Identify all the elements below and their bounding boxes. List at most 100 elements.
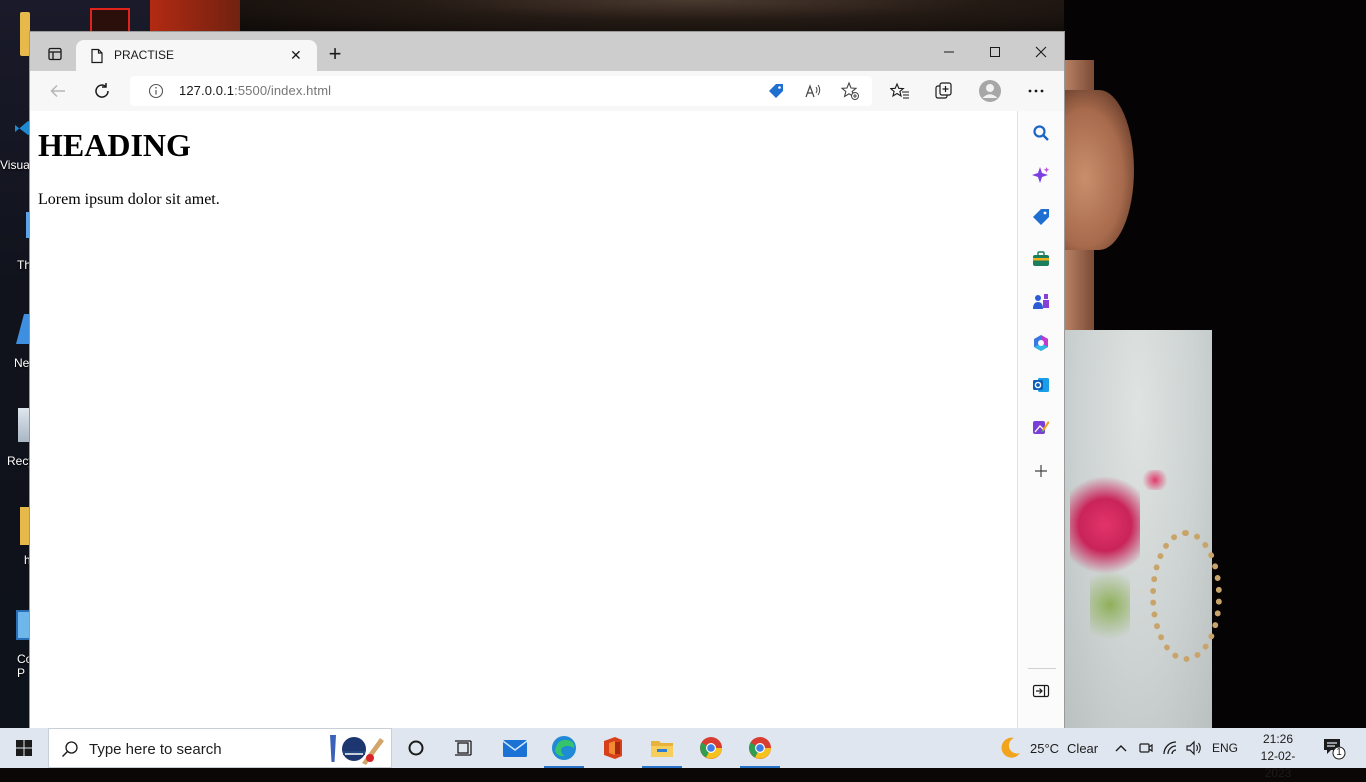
sidebar-office-button[interactable] xyxy=(1026,328,1056,358)
mail-taskbar-button[interactable] xyxy=(491,728,539,768)
notification-count: 1 xyxy=(1336,747,1342,758)
taskbar-search-box[interactable]: Type here to search xyxy=(48,728,392,768)
refresh-button[interactable] xyxy=(87,76,117,106)
wallpaper-embroidery xyxy=(1140,470,1170,490)
url-text[interactable]: 127.0.0.1:5500/index.html xyxy=(179,83,331,98)
tools-icon xyxy=(1033,251,1049,266)
games-icon xyxy=(1033,294,1049,309)
sidebar-shopping-button[interactable] xyxy=(1026,202,1056,232)
favorites-button[interactable] xyxy=(885,76,915,106)
task-view-button[interactable] xyxy=(440,728,488,768)
search-icon xyxy=(1033,125,1049,141)
weather-condition: Clear xyxy=(1067,740,1099,756)
page-paragraph: Lorem ipsum dolor sit amet. xyxy=(38,191,220,208)
back-button[interactable] xyxy=(43,76,73,106)
designer-icon xyxy=(1033,421,1050,434)
collections-button[interactable] xyxy=(929,76,959,106)
show-hidden-icons-button[interactable] xyxy=(1113,728,1129,768)
file-explorer-icon xyxy=(651,741,673,757)
copilot-icon xyxy=(1032,167,1050,183)
edge-taskbar-button[interactable] xyxy=(540,728,588,768)
outlook-icon xyxy=(1033,378,1049,392)
office-taskbar-button[interactable] xyxy=(589,728,637,768)
office-icon xyxy=(604,737,622,759)
chrome-icon xyxy=(749,737,771,759)
network-button[interactable] xyxy=(1162,728,1180,768)
wifi-icon xyxy=(1163,741,1177,755)
edge-sidebar xyxy=(1017,111,1064,728)
add-favorite-icon[interactable] xyxy=(840,81,860,101)
document-icon xyxy=(91,48,103,64)
cortana-button[interactable] xyxy=(392,728,440,768)
minimize-icon xyxy=(944,51,954,52)
shopping-icon xyxy=(1033,209,1049,225)
tab-actions-icon xyxy=(48,47,62,61)
language-indicator[interactable]: ENG xyxy=(1212,728,1238,768)
speaker-icon xyxy=(1186,740,1201,756)
page-heading: HEADING xyxy=(38,127,191,163)
maximize-icon xyxy=(990,46,1000,57)
cricket-highlight-icon[interactable] xyxy=(324,732,386,766)
info-icon[interactable] xyxy=(148,83,164,99)
sidebar-search-button[interactable] xyxy=(1026,118,1056,148)
favorites-icon xyxy=(890,82,909,99)
search-placeholder: Type here to search xyxy=(89,741,222,758)
close-window-button[interactable] xyxy=(1018,32,1064,71)
search-icon xyxy=(62,741,78,757)
sidebar-tools-button[interactable] xyxy=(1026,244,1056,274)
hide-sidebar-icon xyxy=(1032,684,1050,698)
more-icon xyxy=(1028,89,1044,93)
windows-logo-icon xyxy=(16,740,32,756)
sidebar-games-button[interactable] xyxy=(1026,286,1056,316)
office-icon xyxy=(1034,335,1048,351)
sidebar-hide-button[interactable] xyxy=(1026,676,1056,706)
wallpaper-embroidery xyxy=(1090,560,1130,650)
read-aloud-icon[interactable] xyxy=(804,82,822,100)
shopping-tag-icon[interactable] xyxy=(767,82,785,100)
taskbar: Type here to search 25°C Clear ENG 21:26… xyxy=(0,728,1366,780)
clock-date: 12-02-2023 xyxy=(1260,749,1296,780)
volume-button[interactable] xyxy=(1185,728,1203,768)
app-icon xyxy=(90,8,130,34)
wallpaper-hair xyxy=(240,0,1070,32)
file-explorer-taskbar-button[interactable] xyxy=(638,728,686,768)
clock[interactable]: 21:26 12-02-2023 xyxy=(1248,731,1308,782)
chrome-taskbar-button[interactable] xyxy=(687,728,735,768)
weather-temp: 25°C xyxy=(1030,740,1060,756)
tab-practise[interactable]: PRACTISE ✕ xyxy=(76,40,317,71)
sidebar-copilot-button[interactable] xyxy=(1026,160,1056,190)
meet-now-icon xyxy=(1139,743,1153,753)
wallpaper-ear xyxy=(1064,90,1134,250)
folder-icon xyxy=(20,12,30,56)
collections-icon xyxy=(935,82,952,99)
tab-title: PRACTISE xyxy=(114,48,175,62)
navigation-toolbar: 127.0.0.1:5500/index.html xyxy=(30,71,1064,111)
meet-now-button[interactable] xyxy=(1138,728,1154,768)
sidebar-outlook-button[interactable] xyxy=(1026,370,1056,400)
sidebar-designer-button[interactable] xyxy=(1026,412,1056,442)
maximize-button[interactable] xyxy=(972,32,1018,71)
tab-actions-button[interactable] xyxy=(39,40,71,68)
edge-icon xyxy=(552,736,576,760)
new-tab-button[interactable]: + xyxy=(319,40,351,68)
start-button[interactable] xyxy=(0,728,48,768)
cortana-icon xyxy=(408,740,424,756)
sidebar-add-button[interactable] xyxy=(1026,456,1056,486)
minimize-button[interactable] xyxy=(926,32,972,71)
sidebar-divider xyxy=(1028,668,1056,669)
page-content: HEADING Lorem ipsum dolor sit amet. xyxy=(30,111,1017,728)
task-view-icon xyxy=(455,740,472,756)
moon-icon xyxy=(1001,737,1020,758)
add-icon xyxy=(1035,465,1047,477)
profile-button[interactable] xyxy=(975,76,1005,106)
chrome-taskbar-button[interactable] xyxy=(736,728,784,768)
notification-icon xyxy=(1324,739,1346,760)
mail-icon xyxy=(502,740,528,757)
notifications-button[interactable]: 1 xyxy=(1322,728,1346,768)
tab-close-icon[interactable]: ✕ xyxy=(290,47,302,64)
clock-time: 21:26 xyxy=(1262,732,1294,746)
weather-widget[interactable]: 25°C Clear xyxy=(998,728,1098,768)
address-bar[interactable]: 127.0.0.1:5500/index.html xyxy=(130,76,872,106)
back-icon xyxy=(50,84,65,98)
more-button[interactable] xyxy=(1021,76,1051,106)
